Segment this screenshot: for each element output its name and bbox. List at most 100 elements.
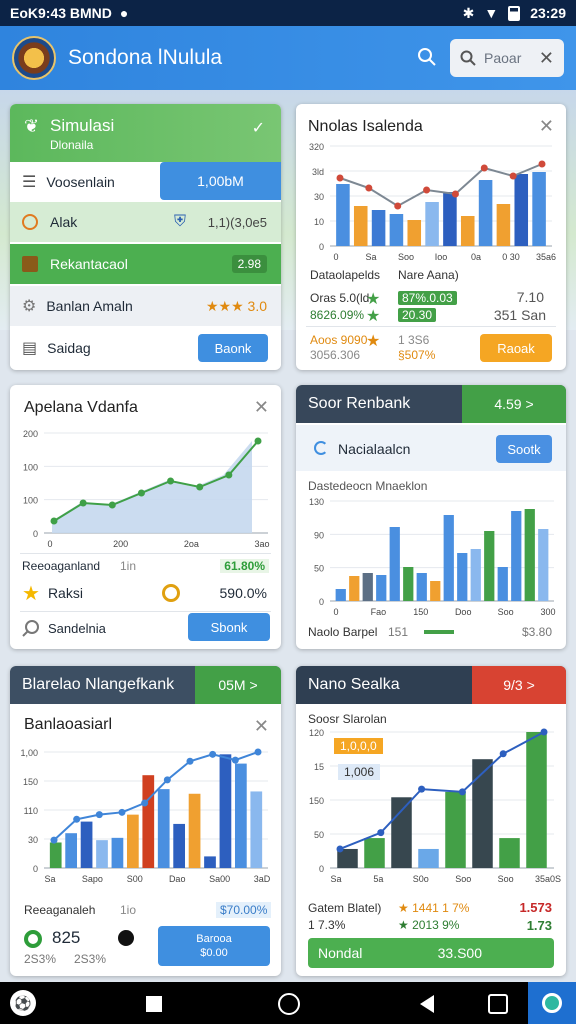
series-point — [423, 186, 431, 194]
series-point — [141, 799, 149, 807]
bar — [336, 184, 350, 246]
bar — [173, 823, 186, 868]
header-title: Soor Renbank — [308, 395, 411, 412]
y-tick-label: 3ld — [312, 167, 324, 177]
simulation-title: Simulasi — [50, 116, 115, 135]
series-point — [50, 517, 58, 525]
x-tick-label: 200 — [113, 539, 128, 549]
sim-row-4[interactable]: ⚙ Banlan Amaln ★★★ 3.0 — [10, 286, 281, 326]
card-title: Banlaoasiarl — [24, 716, 113, 733]
row-label: Banlan Amaln — [46, 298, 133, 314]
row-label: Saidag — [47, 340, 91, 356]
search-field[interactable]: Paoar ✕ — [450, 39, 564, 77]
stat-head-right: Nare Aana) — [398, 268, 459, 282]
header-action[interactable]: 4.59 > — [462, 385, 566, 423]
search-bank-button[interactable]: Baonk — [198, 334, 268, 362]
bar — [371, 210, 386, 246]
bar — [126, 814, 139, 868]
x-tick-label: Soo — [498, 607, 514, 617]
clock: 23:29 — [530, 5, 566, 21]
normal-button[interactable]: Nondal 33.S00 — [308, 938, 554, 968]
y-tick-label: 50 — [314, 830, 324, 840]
close-icon[interactable]: ✕ — [254, 716, 269, 737]
y-tick-label: 0 — [319, 597, 324, 607]
simulation-card: ❦ Simulasi Dlonaila ✓ ☰ Voosenlain 1,00b… — [10, 104, 281, 370]
bar — [524, 509, 535, 601]
row-value: 2.98 — [231, 255, 267, 273]
sim-value-pill[interactable]: 1,00bM — [160, 162, 281, 200]
x-tick-label: 0a — [471, 252, 481, 262]
clear-icon[interactable]: ✕ — [539, 48, 554, 69]
close-icon[interactable]: ✕ — [539, 116, 554, 137]
stat-b1: 20.30 — [398, 308, 437, 322]
bar — [188, 793, 201, 868]
row-mid: 1in — [120, 559, 137, 573]
wifi-icon: ▼ — [484, 5, 499, 21]
balance-button[interactable]: Barooa $0.00 — [158, 926, 270, 966]
score-bank-card: Soor Renbank 4.59 > Nacialaalcn Sootk Da… — [296, 385, 566, 649]
x-tick-label: 0 — [333, 607, 338, 617]
stat-a2: Aoos 9090 — [310, 333, 368, 347]
recents-icon[interactable] — [146, 996, 162, 1012]
close-icon[interactable]: ✕ — [254, 397, 269, 418]
refresh-icon — [314, 441, 328, 455]
app-icon-left[interactable]: ⚽ — [10, 990, 36, 1016]
series-point — [108, 501, 116, 509]
series-point — [509, 172, 517, 180]
y-tick-label: 130 — [309, 497, 324, 507]
home-icon[interactable] — [278, 993, 300, 1015]
series-point — [336, 174, 344, 182]
sim-row-2[interactable]: Alak ⛨ 1,1)(3,0e5 — [10, 202, 281, 242]
bar — [430, 581, 441, 601]
row-label: Alak — [50, 214, 78, 230]
y-tick-label: 0 — [319, 864, 324, 874]
series-point — [540, 728, 548, 736]
x-tick-label: Soo — [455, 874, 471, 884]
bar — [80, 821, 93, 868]
bar — [157, 789, 170, 868]
header-action[interactable]: 9/3 > — [472, 666, 566, 704]
x-tick-label: Sa — [330, 874, 341, 884]
x-tick-label: 3ao — [254, 539, 269, 549]
notification-icon: ● — [119, 5, 129, 21]
header-action[interactable]: 05M > — [195, 666, 281, 704]
header-title: Blarelao Nlangefkank — [22, 676, 175, 693]
bar — [376, 575, 387, 601]
bar — [389, 214, 404, 246]
y-tick-label: 150 — [309, 796, 324, 806]
row-value: 61.80% — [220, 559, 269, 573]
sort-button[interactable]: Sootk — [496, 435, 552, 463]
status-bar: EoK9:43 BMND ● ✱ ▼ 23:29 — [0, 0, 576, 26]
back-icon[interactable] — [420, 995, 434, 1013]
series-point — [377, 829, 385, 837]
x-tick-label: Sapo — [82, 874, 103, 884]
footer-value: $3.80 — [521, 625, 552, 639]
rank-button[interactable]: Raoak — [480, 334, 552, 362]
x-tick-label: Sa00 — [209, 874, 230, 884]
bar — [538, 529, 549, 601]
bar — [219, 754, 232, 868]
stat-c0: 7.10 — [516, 289, 544, 305]
y-tick-label: 0 — [33, 864, 38, 874]
system-nav-bar: ⚽ — [0, 982, 576, 1024]
windows-icon[interactable] — [488, 994, 508, 1014]
bar — [403, 567, 414, 601]
button-value: 33.S00 — [437, 945, 482, 961]
bar — [496, 204, 511, 246]
stat-b0: 87%.0.03 — [398, 291, 457, 305]
search-button[interactable]: Sbonk — [188, 613, 270, 641]
x-tick-label: Dao — [169, 874, 186, 884]
management-card: Blarelao Nlangefkank 05M > Banlaoasiarl … — [10, 666, 281, 976]
search-button[interactable] — [412, 42, 442, 72]
y-tick-label: 320 — [309, 142, 324, 152]
x-tick-label: 5a — [373, 874, 383, 884]
bar-line-chart: 320 3ld 30 10 00 Sa Soo Ioo 0a 0 30 35a6 — [309, 142, 556, 262]
bar — [425, 202, 439, 246]
assistant-icon[interactable] — [528, 982, 576, 1024]
sim-row-3[interactable]: Rekantacaol 2.98 — [10, 244, 281, 284]
bar — [353, 206, 368, 246]
stat-c1: 1.73 — [526, 918, 552, 933]
series-point — [458, 788, 466, 796]
row-value: 590.0% — [219, 585, 267, 601]
badge-icon — [22, 256, 38, 272]
